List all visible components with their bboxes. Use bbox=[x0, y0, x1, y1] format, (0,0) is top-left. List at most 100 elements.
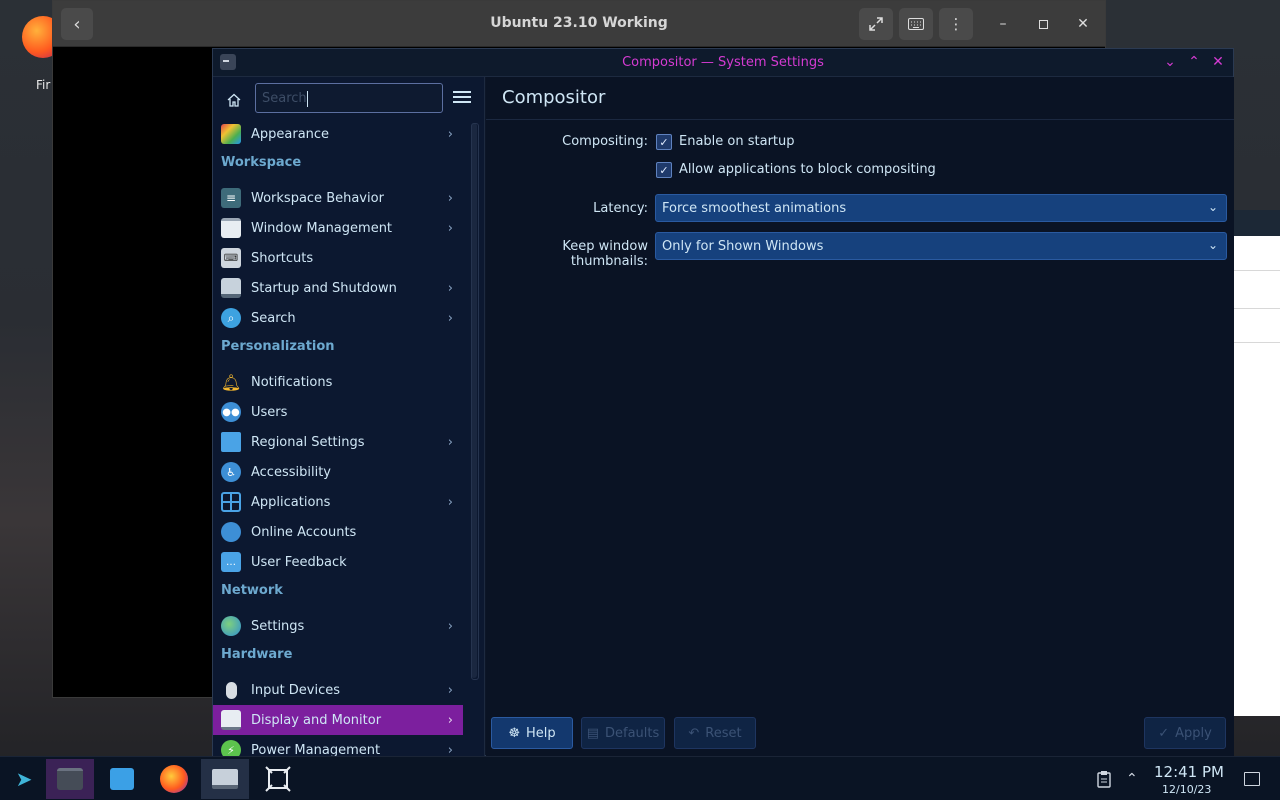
desktop-icon bbox=[1244, 772, 1260, 786]
sidebar-item-search[interactable]: ⌕ Search › bbox=[213, 303, 463, 333]
minimize-icon: – bbox=[999, 16, 1007, 32]
defaults-button[interactable]: ▤ Defaults bbox=[581, 717, 665, 749]
hamburger-menu-button[interactable] bbox=[453, 89, 471, 107]
keyboard-button[interactable] bbox=[899, 8, 933, 40]
sidebar-item-appearance[interactable]: Appearance › bbox=[213, 119, 463, 149]
expand-icon bbox=[869, 17, 883, 31]
section-heading-workspace: Workspace bbox=[221, 155, 302, 170]
home-button[interactable] bbox=[223, 89, 245, 111]
help-button-label: Help bbox=[526, 725, 556, 741]
show-desktop-button[interactable] bbox=[1244, 757, 1260, 800]
sidebar-item-input-devices[interactable]: Input Devices › bbox=[213, 675, 463, 705]
sidebar-item-shortcuts[interactable]: ⌨ Shortcuts bbox=[213, 243, 463, 273]
sidebar-item-workspace-behavior[interactable]: ≡ Workspace Behavior › bbox=[213, 183, 463, 213]
compositor-page: Compositor Compositing: ✓ Enable on star… bbox=[486, 77, 1234, 757]
more-options-button[interactable]: ⋮ bbox=[939, 8, 973, 40]
sidebar-item-regional-settings[interactable]: Regional Settings › bbox=[213, 427, 463, 457]
close-button[interactable]: ✕ bbox=[1071, 13, 1095, 35]
taskbar-discover[interactable] bbox=[98, 759, 146, 799]
sidebar-item-startup-shutdown[interactable]: Startup and Shutdown › bbox=[213, 273, 463, 303]
maximize-button[interactable] bbox=[1031, 13, 1055, 35]
sidebar-item-online-accounts[interactable]: Online Accounts bbox=[213, 517, 463, 547]
taskbar-app[interactable] bbox=[254, 759, 302, 799]
sidebar-item-label: Applications bbox=[251, 494, 331, 510]
chevron-down-icon: ⌄ bbox=[1164, 54, 1176, 70]
monitor-icon bbox=[221, 710, 241, 730]
enable-on-startup-checkbox[interactable]: ✓ bbox=[656, 134, 672, 150]
taskbar-firefox[interactable] bbox=[150, 759, 198, 799]
chevron-right-icon: › bbox=[447, 495, 453, 510]
reset-button[interactable]: ↶ Reset bbox=[674, 717, 756, 749]
minimize-button[interactable]: – bbox=[991, 13, 1015, 35]
terminal-icon bbox=[57, 768, 83, 790]
taskbar-remote-desktop[interactable] bbox=[201, 759, 249, 799]
enable-on-startup-label[interactable]: Enable on startup bbox=[679, 134, 795, 149]
allow-block-compositing-label[interactable]: Allow applications to block compositing bbox=[679, 162, 936, 177]
sidebar-item-display-monitor[interactable]: Display and Monitor › bbox=[213, 705, 463, 735]
taskbar-terminal[interactable] bbox=[46, 759, 94, 799]
application-launcher[interactable]: ➤ bbox=[0, 759, 48, 799]
sidebar-item-label: Window Management bbox=[251, 220, 393, 236]
chevron-right-icon: › bbox=[447, 127, 453, 142]
chevron-right-icon: › bbox=[447, 281, 453, 296]
sidebar-item-applications[interactable]: Applications › bbox=[213, 487, 463, 517]
feedback-icon: … bbox=[221, 552, 241, 572]
thumbnails-selected-value: Only for Shown Windows bbox=[662, 238, 824, 254]
checkmark-icon: ✓ bbox=[659, 135, 669, 149]
maximize-icon bbox=[1038, 19, 1048, 29]
chevron-right-icon: › bbox=[447, 221, 453, 236]
sidebar-item-power-management[interactable]: ⚡︎ Power Management › bbox=[213, 735, 463, 757]
section-heading-personalization: Personalization bbox=[221, 339, 335, 354]
launcher-icon: ➤ bbox=[15, 767, 33, 791]
chevron-up-icon: ⌃ bbox=[1126, 771, 1138, 787]
appearance-icon bbox=[221, 124, 241, 144]
latency-label: Latency: bbox=[593, 201, 648, 216]
maximize-button[interactable]: ⌃ bbox=[1185, 53, 1203, 71]
defaults-button-label: Defaults bbox=[605, 725, 660, 741]
latency-selected-value: Force smoothest animations bbox=[662, 200, 847, 216]
sidebar-item-accessibility[interactable]: ♿︎ Accessibility bbox=[213, 457, 463, 487]
sidebar-item-window-management[interactable]: Window Management › bbox=[213, 213, 463, 243]
sidebar-item-label: Display and Monitor bbox=[251, 712, 382, 728]
remote-window-titlebar: ‹ Ubuntu 23.10 Working ⋮ – ✕ bbox=[53, 1, 1105, 47]
users-icon: ●● bbox=[221, 402, 241, 422]
power-icon: ⚡︎ bbox=[221, 740, 241, 757]
sidebar-item-user-feedback[interactable]: … User Feedback bbox=[213, 547, 463, 577]
chevron-right-icon: › bbox=[447, 191, 453, 206]
taskbar: ➤ ⌃ 12:41 PM 12/10/23 bbox=[0, 756, 1280, 800]
show-hidden-icons-button[interactable]: ⌃ bbox=[1126, 757, 1138, 800]
sidebar-item-notifications[interactable]: 🔔︎ Notifications bbox=[213, 367, 463, 397]
remote-desktop-icon bbox=[212, 769, 238, 789]
apply-button-label: Apply bbox=[1175, 725, 1212, 741]
thumbnails-dropdown[interactable]: Only for Shown Windows ⌄ bbox=[655, 232, 1227, 260]
chevron-right-icon: › bbox=[447, 311, 453, 326]
fullscreen-button[interactable] bbox=[859, 8, 893, 40]
close-button[interactable]: ✕ bbox=[1209, 53, 1227, 71]
background-window bbox=[1232, 210, 1280, 716]
minimize-button[interactable]: ⌄ bbox=[1161, 53, 1179, 71]
sidebar-search-input[interactable] bbox=[255, 83, 443, 113]
home-icon bbox=[227, 93, 241, 107]
clock-time: 12:41 PM bbox=[1154, 763, 1224, 781]
chevron-right-icon: › bbox=[447, 435, 453, 450]
undo-icon: ↶ bbox=[688, 725, 700, 741]
chevron-down-icon: ⌄ bbox=[1207, 200, 1218, 214]
store-icon bbox=[110, 768, 134, 790]
apply-button[interactable]: ✓ Apply bbox=[1144, 717, 1226, 749]
help-button[interactable]: ☸︎ Help bbox=[491, 717, 573, 749]
globe-icon bbox=[221, 616, 241, 636]
settings-window-title: Compositor — System Settings bbox=[622, 55, 824, 70]
allow-block-compositing-checkbox[interactable]: ✓ bbox=[656, 162, 672, 178]
sidebar-scrollbar[interactable] bbox=[471, 123, 479, 680]
sidebar-item-label: Input Devices bbox=[251, 682, 341, 698]
sidebar-item-label: Power Management bbox=[251, 742, 381, 758]
clipboard-tray[interactable] bbox=[1096, 757, 1112, 800]
frame-icon bbox=[265, 766, 291, 792]
sidebar-item-label: User Feedback bbox=[251, 554, 347, 570]
sidebar-item-network-settings[interactable]: Settings › bbox=[213, 611, 463, 641]
search-icon: ⌕ bbox=[221, 308, 241, 328]
latency-dropdown[interactable]: Force smoothest animations ⌄ bbox=[655, 194, 1227, 222]
clock-date: 12/10/23 bbox=[1162, 783, 1212, 796]
keyboard-icon bbox=[908, 18, 924, 30]
sidebar-item-users[interactable]: ●● Users bbox=[213, 397, 463, 427]
